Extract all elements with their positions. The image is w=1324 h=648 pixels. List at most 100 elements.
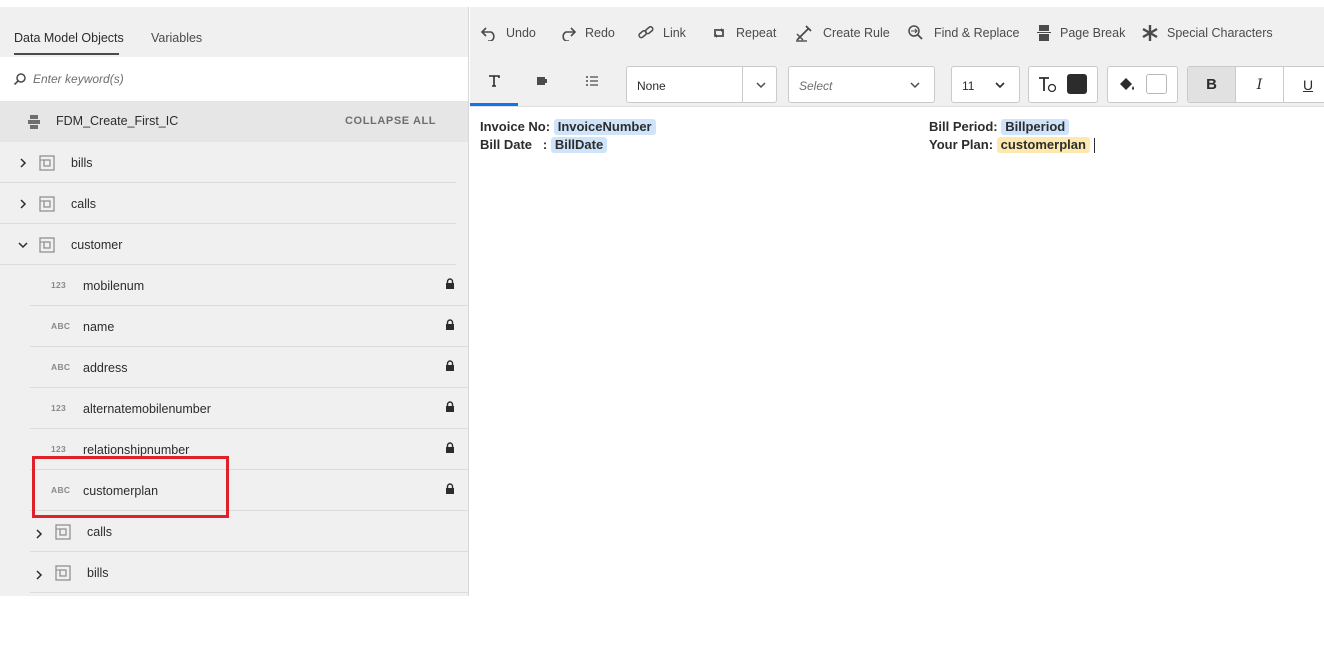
special-characters-label: Special Characters	[1167, 26, 1273, 40]
tree-item-name[interactable]: ABC name	[30, 306, 468, 347]
tree-item-customer-calls[interactable]: calls	[30, 511, 468, 552]
active-tab-indicator	[14, 53, 119, 55]
object-icon	[55, 565, 71, 581]
style-dropdown-value: None	[637, 79, 666, 93]
paragraph-icon	[537, 77, 547, 85]
tab-paragraph-mode[interactable]	[518, 57, 566, 105]
tab-list-mode[interactable]	[568, 57, 616, 105]
object-icon	[55, 524, 71, 540]
invoice-no-label: Invoice No:	[480, 119, 551, 134]
tree-item-label: address	[83, 361, 128, 375]
create-rule-button[interactable]: Create Rule	[795, 23, 890, 43]
tree-item-alternatemobilenumber[interactable]: 123 alternatemobilenumber	[30, 388, 468, 429]
tree-item-label: mobilenum	[83, 279, 145, 293]
document-editor[interactable]: Invoice No: InvoiceNumber Bill Date : Bi…	[470, 108, 1324, 596]
panel-tabs: Data Model Objects Variables	[0, 7, 468, 57]
style-dropdown[interactable]: None	[626, 66, 777, 103]
repeat-icon	[714, 28, 724, 38]
lock-icon	[446, 278, 454, 289]
page-break-label: Page Break	[1060, 26, 1126, 40]
action-toolbar: Undo Redo Link Repeat Create Rule Find &…	[470, 7, 1324, 57]
tree-item-relationshipnumber[interactable]: 123 relationshipnumber	[30, 429, 468, 470]
tab-text-mode[interactable]	[470, 57, 518, 106]
underline-button[interactable]: U	[1284, 67, 1324, 102]
your-plan-line: Your Plan: customerplan	[929, 137, 1095, 154]
undo-label: Undo	[506, 26, 536, 40]
highlight-color-swatch	[1146, 74, 1167, 94]
find-replace-button[interactable]: Find & Replace	[906, 23, 1019, 43]
page-break-button[interactable]: Page Break	[1036, 23, 1125, 43]
search-input[interactable]	[33, 67, 433, 91]
chevron-down-icon	[910, 82, 920, 89]
bill-date-field[interactable]: BillDate	[550, 137, 608, 153]
invoice-number-field[interactable]: InvoiceNumber	[553, 119, 656, 135]
undo-button[interactable]: Undo	[480, 23, 536, 43]
chevron-down-icon	[756, 82, 766, 89]
redo-icon	[562, 27, 577, 41]
redo-button[interactable]: Redo	[559, 23, 615, 43]
chevron-down-icon[interactable]	[18, 240, 28, 250]
editor-panel: Undo Redo Link Repeat Create Rule Find &…	[470, 7, 1324, 596]
number-type-icon: 123	[51, 444, 67, 454]
text-color-picker[interactable]	[1028, 66, 1098, 103]
special-characters-button[interactable]: Special Characters	[1141, 23, 1273, 43]
top-strip	[0, 0, 1324, 7]
bill-date-line: Bill Date : BillDate	[480, 137, 608, 153]
chevron-right-icon[interactable]	[34, 570, 44, 580]
tree-item-label: bills	[87, 566, 109, 580]
bill-date-label: Bill Date :	[480, 137, 548, 152]
tab-variables[interactable]: Variables	[151, 31, 202, 45]
font-size-value: 11	[962, 79, 975, 93]
number-type-icon: 123	[51, 280, 67, 290]
tree-item-label: name	[83, 320, 115, 334]
data-model-panel: Data Model Objects Variables FDM_Create_…	[0, 7, 469, 596]
tree-item-calls[interactable]: calls	[0, 183, 456, 224]
collapse-all-button[interactable]: COLLAPSE ALL	[345, 115, 436, 127]
data-model-header: FDM_Create_First_IC COLLAPSE ALL	[0, 102, 468, 142]
chevron-right-icon[interactable]	[34, 529, 44, 539]
text-cursor	[1093, 138, 1095, 154]
page-break-icon	[1037, 25, 1051, 41]
customerplan-field[interactable]: customerplan	[996, 137, 1090, 153]
dropdown-divider	[742, 67, 743, 102]
tree-item-customer[interactable]: customer	[0, 224, 456, 265]
tree-item-address[interactable]: ABC address	[30, 347, 468, 388]
tree-item-customer-bills[interactable]: bills	[30, 552, 468, 593]
object-icon	[39, 155, 55, 171]
bill-period-label: Bill Period:	[929, 119, 998, 134]
data-model-title: FDM_Create_First_IC	[56, 114, 179, 128]
create-rule-label: Create Rule	[823, 26, 890, 40]
tree-item-label: relationshipnumber	[83, 443, 190, 457]
italic-button[interactable]: I	[1236, 67, 1284, 102]
font-dropdown[interactable]: Select	[788, 66, 935, 103]
search-icon	[13, 73, 26, 86]
repeat-button[interactable]: Repeat	[710, 23, 776, 43]
chevron-right-icon[interactable]	[18, 199, 28, 209]
bold-button[interactable]: B	[1188, 67, 1236, 102]
font-dropdown-placeholder: Select	[799, 79, 833, 93]
tree-item-label: alternatemobilenumber	[83, 402, 211, 416]
text-format-group: B I U	[1187, 66, 1324, 103]
chevron-right-icon[interactable]	[18, 158, 28, 168]
link-icon	[638, 26, 654, 39]
tree-item-bills[interactable]: bills	[0, 142, 456, 183]
data-model-icon	[28, 115, 40, 129]
lock-icon	[446, 360, 454, 371]
tree-item-label: calls	[87, 525, 113, 539]
bill-period-field[interactable]: Billperiod	[1001, 119, 1070, 135]
text-color-swatch	[1067, 74, 1087, 94]
text-type-icon: ABC	[51, 321, 71, 331]
create-rule-icon	[796, 25, 812, 42]
lock-icon	[446, 442, 454, 453]
your-plan-label: Your Plan:	[929, 137, 994, 152]
tree-item-mobilenum[interactable]: 123 mobilenum	[30, 265, 468, 306]
tab-data-model-objects[interactable]: Data Model Objects	[14, 31, 124, 45]
link-button[interactable]: Link	[637, 23, 686, 43]
font-size-dropdown[interactable]: 11	[951, 66, 1020, 103]
repeat-label: Repeat	[736, 26, 777, 40]
lock-icon	[446, 319, 454, 330]
text-type-icon: ABC	[51, 362, 71, 372]
tree-item-customerplan[interactable]: ABC customerplan	[30, 470, 468, 511]
highlight-color-picker[interactable]	[1107, 66, 1178, 103]
text-type-icon: ABC	[51, 485, 71, 495]
